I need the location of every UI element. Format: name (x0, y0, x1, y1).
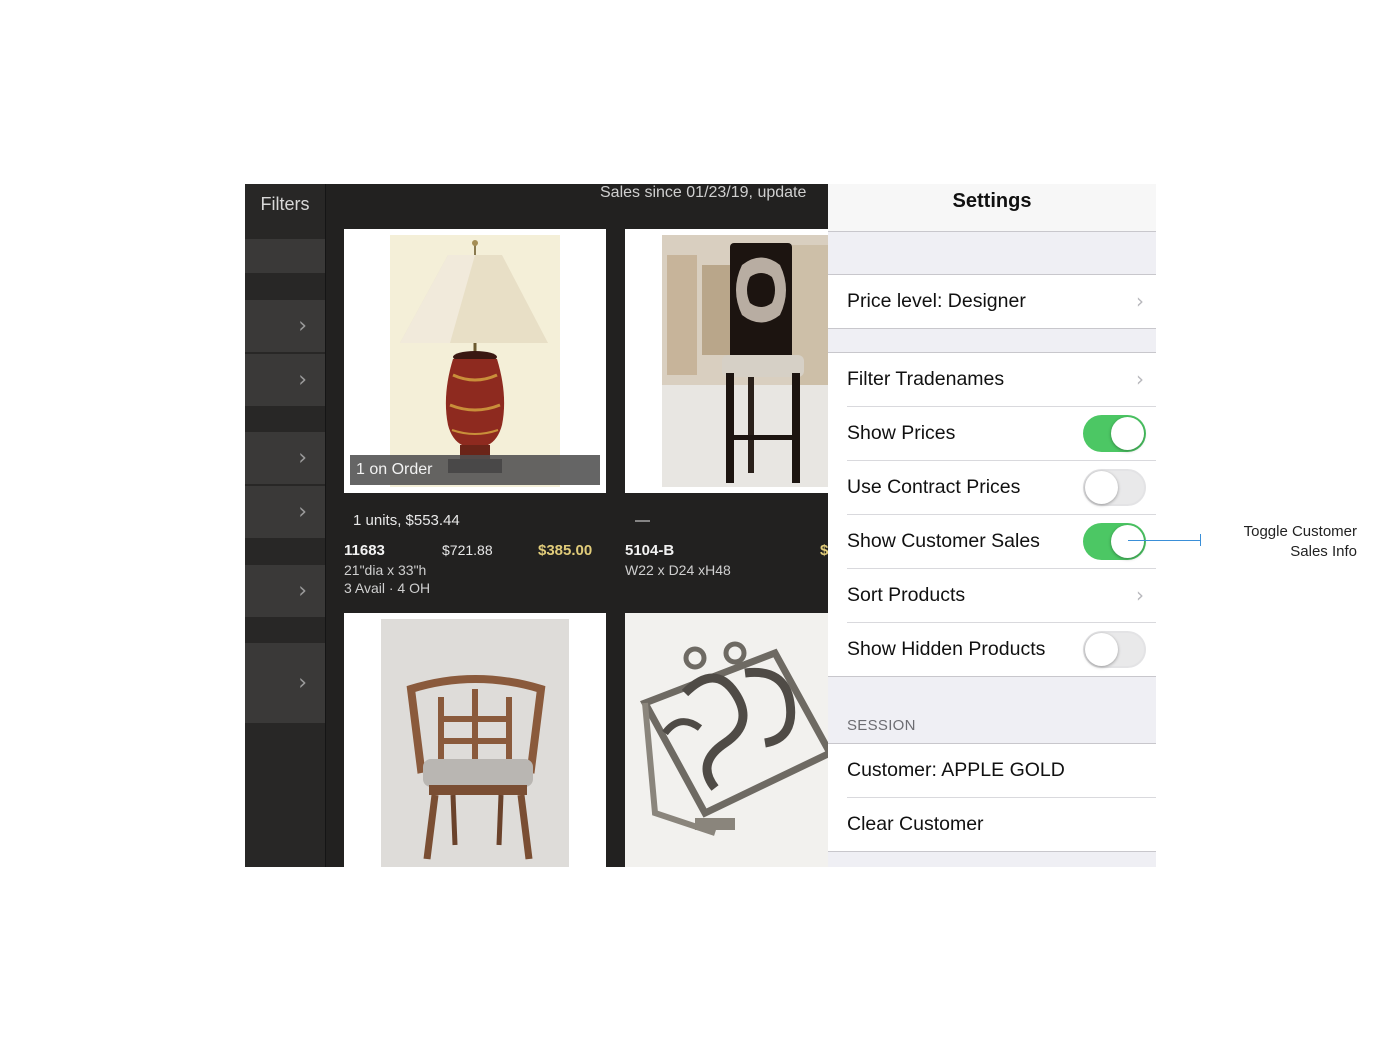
toggle-knob (1085, 633, 1118, 666)
show-prices-toggle[interactable] (1083, 415, 1146, 452)
product-photo-bar-stool (662, 235, 835, 487)
use-contract-prices-row: Use Contract Prices (847, 461, 1156, 515)
product-card-11683[interactable]: 1 on Order (344, 229, 606, 493)
callout-line-1: Toggle Customer (1243, 523, 1357, 540)
chevron-right-icon: › (298, 578, 307, 604)
price-level-group: Price level: Designer › (828, 274, 1156, 329)
product-availability: 3 Avail · 4 OH (344, 580, 431, 596)
chevron-right-icon: › (298, 445, 307, 471)
toggle-knob (1085, 471, 1118, 504)
show-hidden-products-toggle[interactable] (1083, 631, 1146, 668)
product-list-price: $721.88 (442, 542, 493, 558)
show-hidden-products-label: Show Hidden Products (847, 638, 1046, 660)
show-prices-label: Show Prices (847, 422, 956, 444)
product-dimensions: 21"dia x 33"h (344, 562, 427, 578)
price-level-row[interactable]: Price level: Designer › (847, 275, 1156, 328)
callout-line-2: Sales Info (1290, 543, 1357, 560)
show-prices-row: Show Prices (847, 407, 1156, 461)
product-sku: 5104-B (625, 542, 675, 559)
show-customer-sales-row: Show Customer Sales (847, 515, 1156, 569)
use-contract-prices-label: Use Contract Prices (847, 476, 1021, 498)
product-photo-table-lamp (390, 235, 560, 487)
filters-title: Filters (260, 194, 310, 214)
toggle-knob (1111, 417, 1144, 450)
sidebar-filter-row[interactable]: › (245, 486, 325, 538)
show-customer-sales-label: Show Customer Sales (847, 530, 1040, 552)
callout-tick (1200, 534, 1201, 546)
product-card-5104-b[interactable] (625, 229, 835, 493)
customer-label: Customer: APPLE GOLD (847, 759, 1065, 781)
chevron-right-icon: › (1136, 367, 1144, 391)
sidebar-filter-row[interactable]: › (245, 354, 325, 406)
chevron-right-icon: › (298, 670, 307, 696)
ipad-screen: Filters › › › › › › Sales since 01/23/19… (245, 184, 1156, 867)
sidebar-filter-row[interactable] (245, 239, 325, 273)
chevron-right-icon: › (298, 367, 307, 393)
product-dimensions: W22 x D24 xH48 (625, 562, 731, 578)
clear-customer-row[interactable]: Clear Customer (847, 798, 1156, 851)
show-customer-sales-toggle[interactable] (1083, 523, 1146, 560)
sort-products-row[interactable]: Sort Products › (847, 569, 1156, 623)
sidebar-filter-row[interactable]: › (245, 300, 325, 352)
customer-sales-info: 1 units, $553.44 (353, 512, 460, 529)
toggle-knob (1111, 525, 1144, 558)
customer-row[interactable]: Customer: APPLE GOLD (847, 744, 1156, 798)
callout-line (1128, 540, 1201, 541)
chevron-right-icon: › (298, 499, 307, 525)
session-group: Customer: APPLE GOLD Clear Customer (828, 743, 1156, 852)
settings-header: Settings (828, 184, 1156, 232)
show-hidden-products-row: Show Hidden Products (847, 623, 1156, 676)
product-card[interactable] (625, 613, 835, 867)
chevron-right-icon: › (1136, 289, 1144, 313)
sidebar-filter-row[interactable]: › (245, 643, 325, 723)
display-options-group: Filter Tradenames › Show Prices Use Cont… (828, 352, 1156, 677)
chevron-right-icon: › (1136, 583, 1144, 607)
session-section-header: SESSION (847, 717, 916, 734)
sidebar-filter-row[interactable]: › (245, 565, 325, 617)
sidebar-filter-row[interactable]: › (245, 432, 325, 484)
sort-products-label: Sort Products (847, 584, 966, 606)
sales-since-banner: Sales since 01/23/19, update (600, 184, 807, 201)
clear-customer-label: Clear Customer (847, 813, 984, 835)
use-contract-prices-toggle[interactable] (1083, 469, 1146, 506)
customer-sales-info: — (635, 512, 650, 529)
price-level-label: Price level: Designer (847, 290, 1026, 312)
callout-annotation: Toggle Customer Sales Info (1220, 522, 1357, 562)
settings-panel: Settings Price level: Designer › Filter … (828, 184, 1156, 867)
product-photo-scroll-book-stand (625, 613, 835, 867)
product-photo-fretwork-chair (381, 619, 569, 867)
on-order-badge: 1 on Order (350, 455, 600, 485)
product-sale-price: $385.00 (538, 542, 593, 559)
product-card[interactable] (344, 613, 606, 867)
settings-title: Settings (952, 190, 1032, 212)
filters-sidebar: Filters › › › › › › (245, 184, 326, 867)
chevron-right-icon: › (298, 313, 307, 339)
filter-tradenames-label: Filter Tradenames (847, 368, 1005, 390)
product-sku: 11683 (344, 542, 385, 559)
filter-tradenames-row[interactable]: Filter Tradenames › (847, 353, 1156, 407)
